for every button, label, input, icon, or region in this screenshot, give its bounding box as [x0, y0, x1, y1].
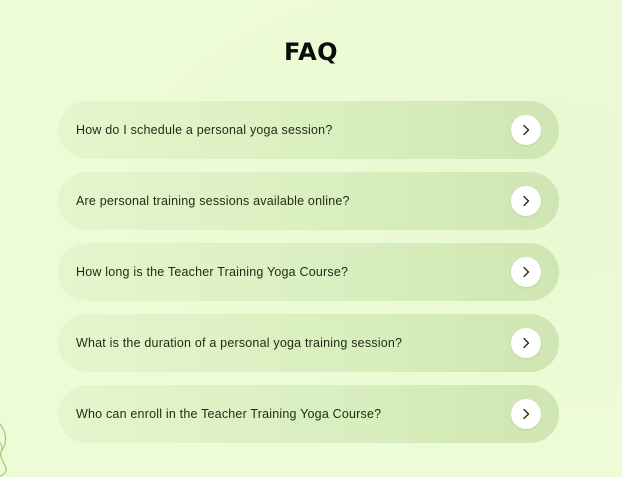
- chevron-right-icon[interactable]: [511, 115, 541, 145]
- faq-question: What is the duration of a personal yoga …: [76, 336, 403, 350]
- faq-item[interactable]: Are personal training sessions available…: [58, 172, 559, 230]
- faq-item[interactable]: How do I schedule a personal yoga sessio…: [58, 101, 559, 159]
- faq-item[interactable]: How long is the Teacher Training Yoga Co…: [58, 243, 559, 301]
- faq-title: FAQ: [283, 38, 339, 66]
- faq-list: How do I schedule a personal yoga sessio…: [58, 101, 559, 456]
- leaf-outline-icon: [0, 423, 7, 477]
- faq-question: How long is the Teacher Training Yoga Co…: [76, 265, 349, 279]
- faq-item[interactable]: What is the duration of a personal yoga …: [58, 314, 559, 372]
- chevron-right-icon[interactable]: [511, 257, 541, 287]
- faq-question: Are personal training sessions available…: [76, 194, 350, 208]
- chevron-right-icon[interactable]: [511, 399, 541, 429]
- faq-question: How do I schedule a personal yoga sessio…: [76, 123, 333, 137]
- chevron-right-icon[interactable]: [511, 328, 541, 358]
- faq-question: Who can enroll in the Teacher Training Y…: [76, 407, 382, 421]
- chevron-right-icon[interactable]: [511, 186, 541, 216]
- faq-item[interactable]: Who can enroll in the Teacher Training Y…: [58, 385, 559, 443]
